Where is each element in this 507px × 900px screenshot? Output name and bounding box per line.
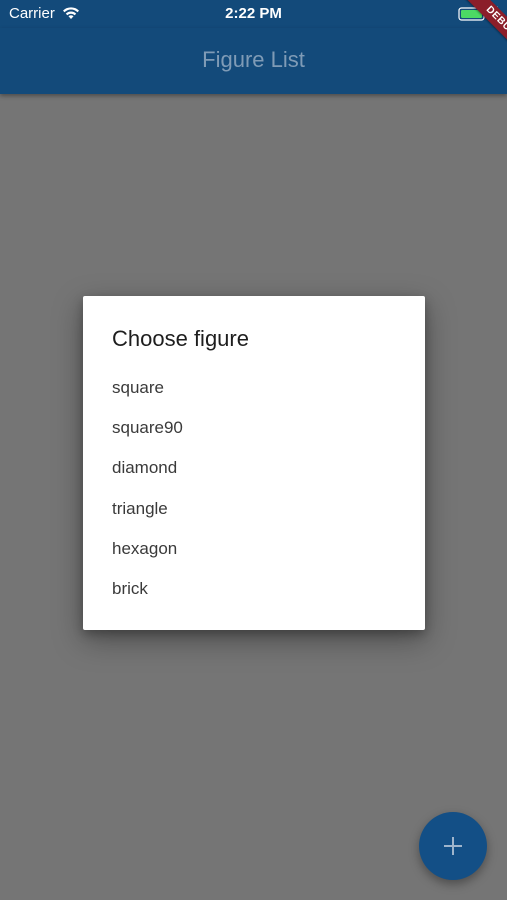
app-bar: Figure List	[0, 28, 507, 94]
dialog-title: Choose figure	[112, 326, 249, 351]
choose-figure-dialog: Choose figure square square90 diamond tr…	[83, 296, 425, 630]
page-title: Figure List	[202, 47, 305, 72]
figure-option-brick[interactable]: brick	[83, 569, 425, 609]
status-time: 2:22 PM	[225, 5, 282, 22]
plus-icon	[444, 837, 462, 855]
figure-option-hexagon[interactable]: hexagon	[83, 529, 425, 569]
charging-bolt-icon	[492, 6, 501, 21]
add-figure-button[interactable]	[419, 812, 487, 880]
figure-option-square90[interactable]: square90	[83, 408, 425, 448]
figure-option-triangle[interactable]: triangle	[83, 489, 425, 529]
figure-option-square[interactable]: square	[83, 368, 425, 408]
figure-option-diamond[interactable]: diamond	[83, 448, 425, 488]
figure-option-list: square square90 diamond triangle hexagon…	[83, 368, 425, 609]
battery-icon	[458, 7, 487, 21]
status-bar: Carrier 2:22 PM	[0, 0, 507, 28]
